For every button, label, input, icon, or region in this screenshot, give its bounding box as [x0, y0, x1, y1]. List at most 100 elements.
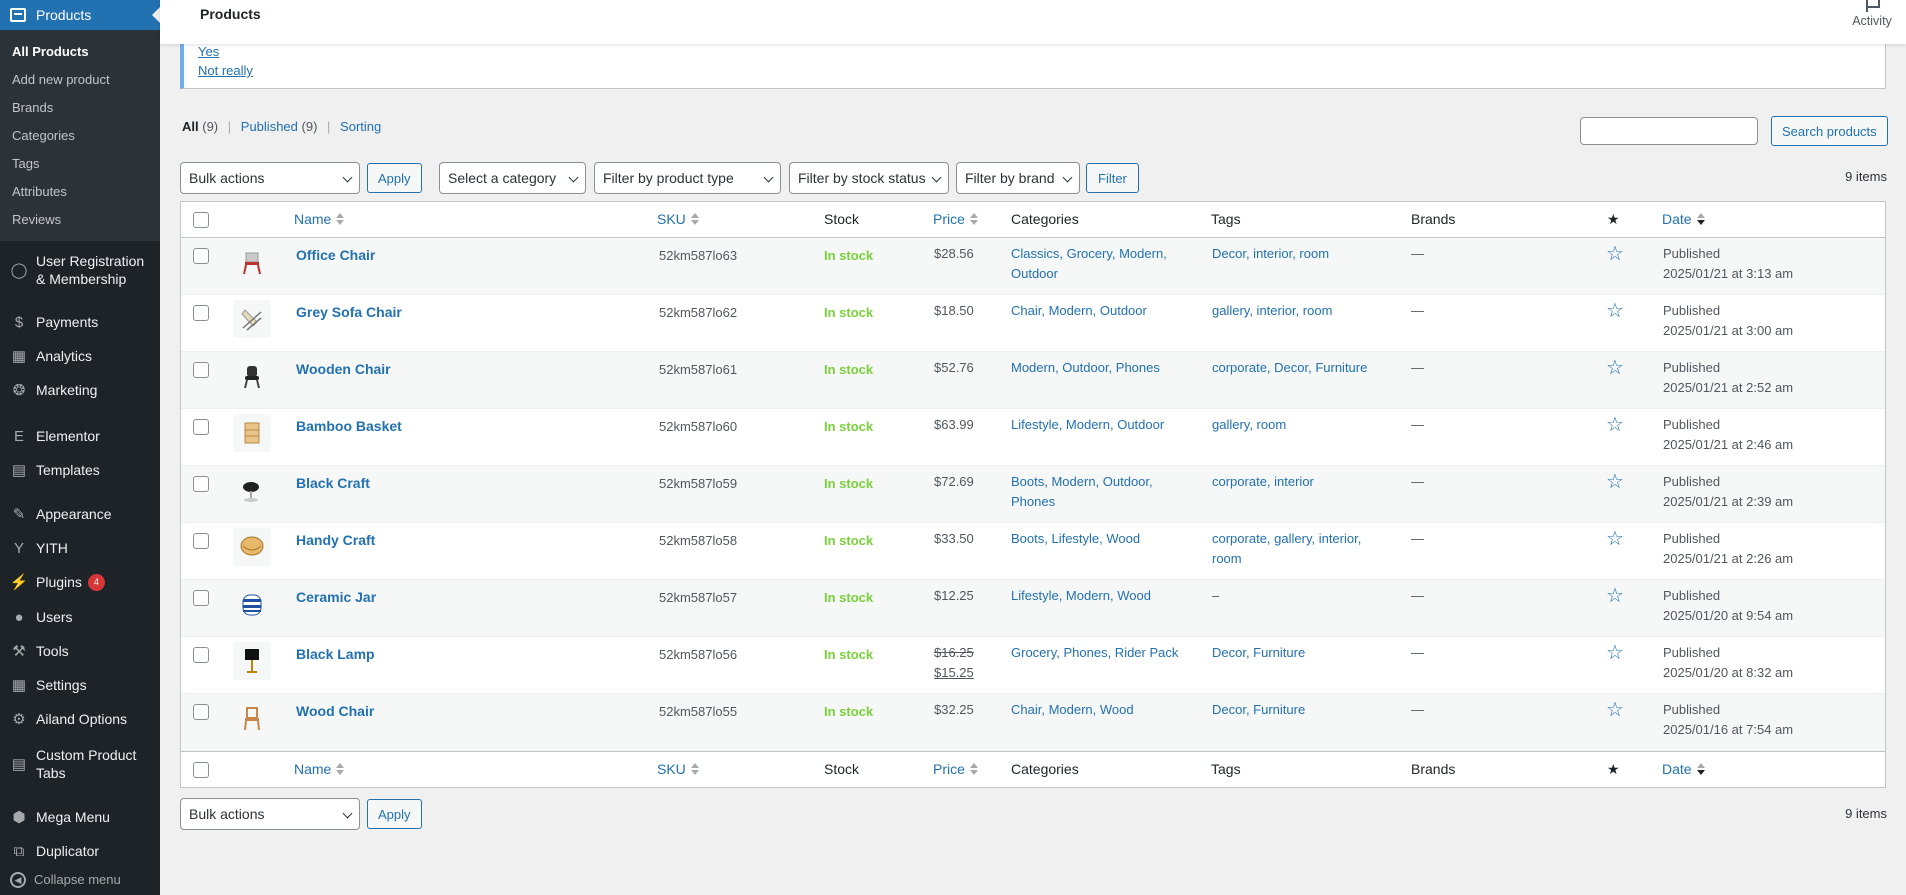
- row-checkbox[interactable]: [193, 305, 209, 321]
- product-tags[interactable]: gallery, interior, room: [1212, 301, 1332, 321]
- header-column-name[interactable]: Name: [294, 211, 345, 227]
- search-products-button[interactable]: Search products: [1771, 116, 1888, 146]
- notice-yes-link[interactable]: Yes: [198, 42, 1871, 61]
- row-checkbox[interactable]: [193, 590, 209, 606]
- search-input[interactable]: [1580, 117, 1758, 145]
- product-tags[interactable]: Decor, Furniture: [1212, 700, 1305, 720]
- product-categories[interactable]: Chair, Modern, Wood: [1011, 700, 1134, 720]
- footer-column-sku[interactable]: SKU: [657, 761, 699, 777]
- featured-star-icon[interactable]: ☆: [1606, 529, 1624, 549]
- product-name-link[interactable]: Grey Sofa Chair: [296, 304, 402, 320]
- featured-star-icon[interactable]: ☆: [1606, 472, 1624, 492]
- row-checkbox[interactable]: [193, 362, 209, 378]
- bamboo-basket-thumb[interactable]: [233, 414, 271, 452]
- header-column-date[interactable]: Date: [1662, 211, 1705, 227]
- view-sorting[interactable]: Sorting: [340, 119, 381, 134]
- product-categories[interactable]: Lifestyle, Modern, Wood: [1011, 586, 1151, 606]
- black-lamp-thumb[interactable]: [233, 642, 271, 680]
- sidebar-item-settings[interactable]: ▦ Settings: [0, 676, 87, 694]
- submenu-item-attributes[interactable]: Attributes: [0, 177, 160, 205]
- featured-star-icon[interactable]: ☆: [1606, 301, 1624, 321]
- sidebar-item-users[interactable]: ● Users: [0, 608, 72, 626]
- product-tags[interactable]: Decor, interior, room: [1212, 244, 1329, 264]
- wood-chair-thumb[interactable]: [233, 699, 271, 737]
- featured-star-icon[interactable]: ☆: [1606, 244, 1624, 264]
- bulk-actions-select-top[interactable]: Bulk actions: [180, 162, 360, 194]
- sidebar-item-elementor[interactable]: E Elementor: [0, 427, 100, 445]
- product-name-link[interactable]: Bamboo Basket: [296, 418, 402, 434]
- notice-no-link[interactable]: Not really: [198, 61, 1871, 80]
- ceramic-jar-thumb[interactable]: [233, 585, 271, 623]
- sidebar-item-payments[interactable]: $ Payments: [0, 313, 98, 331]
- row-checkbox[interactable]: [193, 704, 209, 720]
- product-categories[interactable]: Boots, Modern, Outdoor, Phones: [1011, 472, 1153, 512]
- footer-column-name[interactable]: Name: [294, 761, 345, 777]
- featured-star-icon[interactable]: ☆: [1606, 358, 1624, 378]
- sidebar-item-plugins[interactable]: ⚡ Plugins 4: [0, 573, 105, 591]
- collapse-menu-button[interactable]: ◀ Collapse menu: [0, 871, 121, 889]
- product-name-link[interactable]: Black Craft: [296, 475, 370, 491]
- sidebar-item-duplicator[interactable]: ⧉ Duplicator: [0, 842, 99, 860]
- product-name-link[interactable]: Black Lamp: [296, 646, 375, 662]
- submenu-item-add-new-product[interactable]: Add new product: [0, 65, 160, 93]
- featured-star-icon[interactable]: ☆: [1606, 643, 1624, 663]
- sidebar-item-products[interactable]: Products: [0, 0, 160, 30]
- submenu-item-all-products[interactable]: All Products: [0, 37, 160, 65]
- row-checkbox[interactable]: [193, 248, 209, 264]
- row-checkbox[interactable]: [193, 419, 209, 435]
- filter-button[interactable]: Filter: [1086, 163, 1139, 193]
- header-column-sku[interactable]: SKU: [657, 211, 699, 227]
- product-name-link[interactable]: Wooden Chair: [296, 361, 391, 377]
- featured-star-icon[interactable]: ☆: [1606, 415, 1624, 435]
- product-tags[interactable]: corporate, interior: [1212, 472, 1314, 492]
- bulk-actions-select-bottom[interactable]: Bulk actions: [180, 798, 360, 830]
- product-name-link[interactable]: Handy Craft: [296, 532, 375, 548]
- sidebar-item-appearance[interactable]: ✎ Appearance: [0, 505, 112, 523]
- product-tags[interactable]: Decor, Furniture: [1212, 643, 1305, 663]
- wooden-chair-thumb[interactable]: [233, 357, 271, 395]
- product-tags[interactable]: corporate, gallery, interior, room: [1212, 529, 1361, 569]
- product-name-link[interactable]: Ceramic Jar: [296, 589, 376, 605]
- product-tags[interactable]: corporate, Decor, Furniture: [1212, 358, 1367, 378]
- footer-column-price[interactable]: Price: [933, 761, 978, 777]
- sidebar-item-user-registration-membership[interactable]: ◯ User Registration & Membership: [0, 252, 145, 288]
- stock-status-filter-select[interactable]: Filter by stock status: [789, 162, 949, 194]
- sidebar-item-yith[interactable]: Y YITH: [0, 539, 68, 557]
- office-chair-thumb[interactable]: [233, 243, 271, 281]
- featured-star-icon[interactable]: ☆: [1606, 700, 1624, 720]
- category-filter-select[interactable]: Select a category: [439, 162, 586, 194]
- sidebar-item-analytics[interactable]: ▦ Analytics: [0, 347, 92, 365]
- sidebar-item-custom-product-tabs[interactable]: ▤ Custom Product Tabs: [0, 746, 136, 782]
- submenu-item-reviews[interactable]: Reviews: [0, 205, 160, 233]
- submenu-item-tags[interactable]: Tags: [0, 149, 160, 177]
- product-name-link[interactable]: Wood Chair: [296, 703, 374, 719]
- black-craft-thumb[interactable]: [233, 471, 271, 509]
- product-categories[interactable]: Grocery, Phones, Rider Pack: [1011, 643, 1178, 663]
- row-checkbox[interactable]: [193, 647, 209, 663]
- view-published[interactable]: Published: [241, 119, 298, 134]
- apply-button-bottom[interactable]: Apply: [367, 799, 422, 829]
- brand-filter-select[interactable]: Filter by brand: [956, 162, 1080, 194]
- select-all-checkbox[interactable]: [193, 762, 209, 778]
- row-checkbox[interactable]: [193, 533, 209, 549]
- header-column-price[interactable]: Price: [933, 211, 978, 227]
- apply-button-top[interactable]: Apply: [367, 163, 422, 193]
- product-type-filter-select[interactable]: Filter by product type: [594, 162, 781, 194]
- product-categories[interactable]: Modern, Outdoor, Phones: [1011, 358, 1160, 378]
- product-categories[interactable]: Lifestyle, Modern, Outdoor: [1011, 415, 1164, 435]
- product-name-link[interactable]: Office Chair: [296, 247, 375, 263]
- handy-craft-thumb[interactable]: [233, 528, 271, 566]
- footer-column-date[interactable]: Date: [1662, 761, 1705, 777]
- select-all-checkbox[interactable]: [193, 212, 209, 228]
- view-all[interactable]: All: [182, 119, 199, 134]
- activity-button[interactable]: Activity: [1848, 0, 1896, 28]
- row-checkbox[interactable]: [193, 476, 209, 492]
- sofa-chair-thumb[interactable]: [233, 300, 271, 338]
- product-tags[interactable]: gallery, room: [1212, 415, 1286, 435]
- sidebar-item-ailand-options[interactable]: ⚙ Ailand Options: [0, 710, 127, 728]
- product-categories[interactable]: Classics, Grocery, Modern, Outdoor: [1011, 244, 1167, 284]
- submenu-item-categories[interactable]: Categories: [0, 121, 160, 149]
- sidebar-item-marketing[interactable]: ❂ Marketing: [0, 381, 98, 399]
- product-categories[interactable]: Boots, Lifestyle, Wood: [1011, 529, 1140, 549]
- submenu-item-brands[interactable]: Brands: [0, 93, 160, 121]
